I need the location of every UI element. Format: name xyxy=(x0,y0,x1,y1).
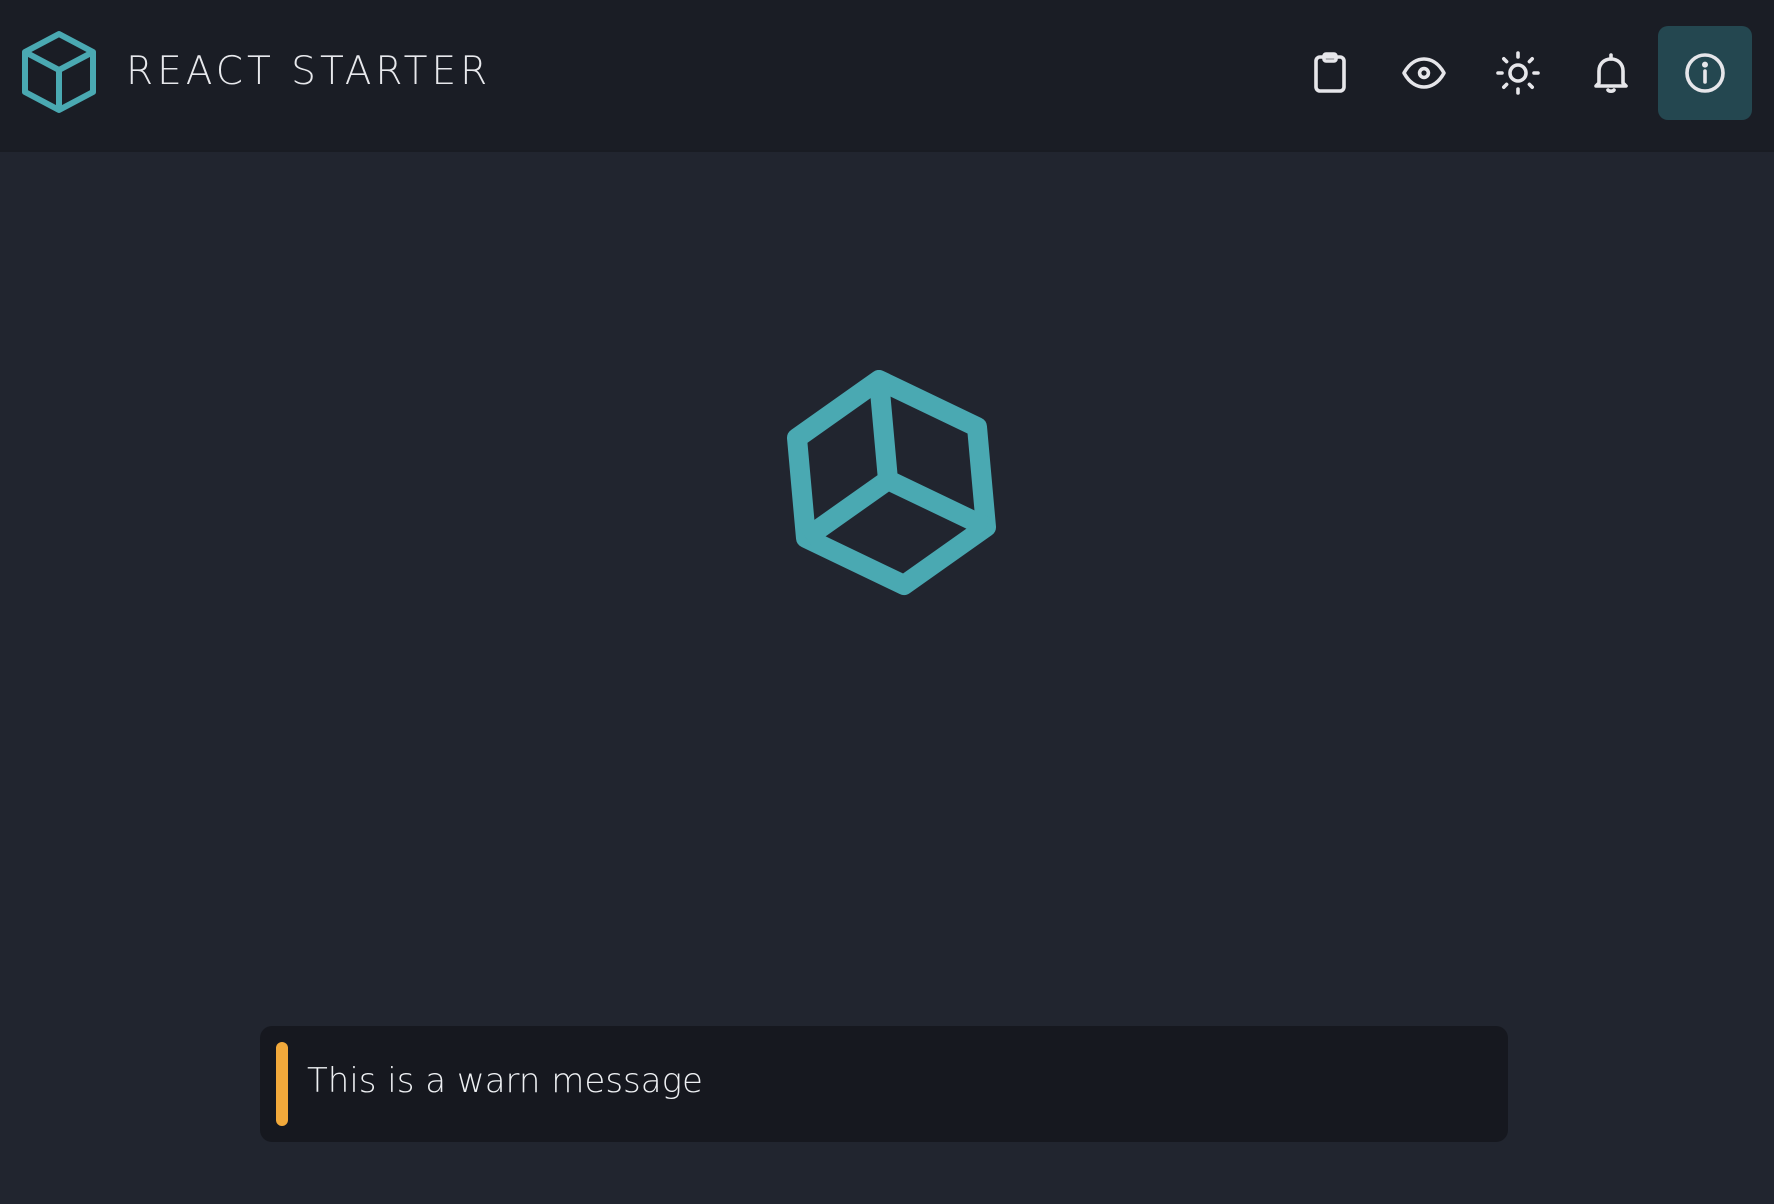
warn-indicator xyxy=(276,1042,288,1126)
sun-icon xyxy=(1496,51,1540,95)
eye-icon xyxy=(1402,57,1446,89)
theme-toggle-button[interactable] xyxy=(1471,26,1565,120)
info-button[interactable] xyxy=(1658,26,1752,120)
warn-toast: This is a warn message xyxy=(260,1026,1508,1142)
clipboard-button[interactable] xyxy=(1283,26,1377,120)
app-header: REACT STARTER xyxy=(0,0,1774,152)
cube-icon[interactable] xyxy=(18,28,100,116)
toast-message: This is a warn message xyxy=(307,1061,703,1101)
cube-icon xyxy=(787,370,996,595)
notifications-button[interactable] xyxy=(1564,26,1658,120)
main-content: This is a warn message xyxy=(0,152,1774,1204)
clipboard-icon xyxy=(1314,52,1346,93)
app-title: REACT STARTER xyxy=(126,49,492,94)
preview-button[interactable] xyxy=(1377,26,1471,120)
bell-icon xyxy=(1594,53,1628,93)
info-icon xyxy=(1685,53,1725,93)
